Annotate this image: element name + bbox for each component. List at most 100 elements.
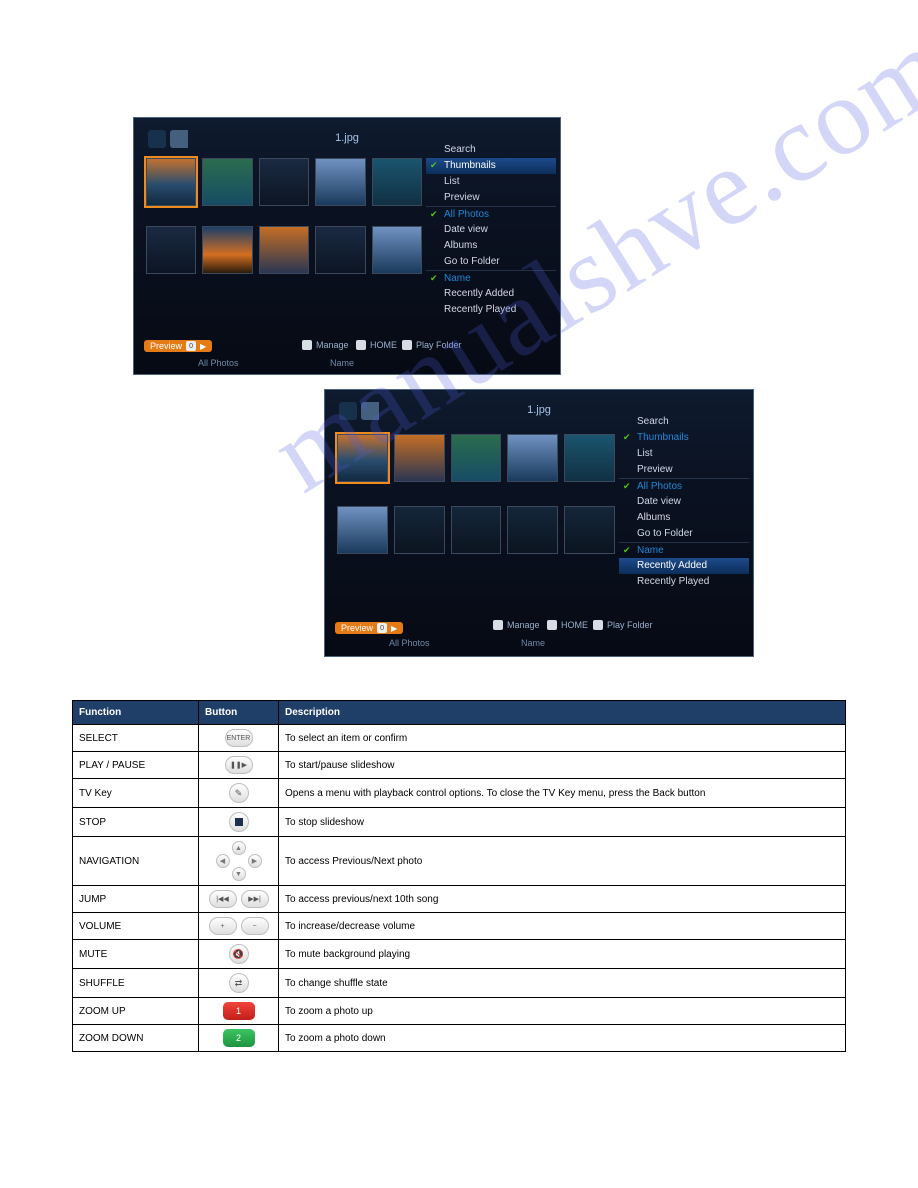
menu-item-list[interactable]: List xyxy=(619,446,749,462)
volume-up-button-icon: + xyxy=(209,917,237,935)
menu-item-label: List xyxy=(444,174,460,190)
cell-description: To access Previous/Next photo xyxy=(279,837,846,886)
photo-thumbnail[interactable] xyxy=(259,158,309,206)
menu-item-label: Name xyxy=(637,543,664,559)
folder-icon xyxy=(170,130,188,148)
photo-thumbnail[interactable] xyxy=(315,226,365,274)
preview-chip[interactable]: Preview 0 ▶ xyxy=(144,340,212,352)
menu-item-label: Go to Folder xyxy=(444,254,500,270)
menu-item-albums[interactable]: Albums xyxy=(426,238,556,254)
menu-item-search[interactable]: Search xyxy=(619,414,749,430)
photo-thumbnail[interactable] xyxy=(451,506,502,554)
menu-item-preview[interactable]: Preview xyxy=(619,462,749,478)
menu-item-go-to-folder[interactable]: Go to Folder xyxy=(426,254,556,270)
photo-thumbnail[interactable] xyxy=(202,226,252,274)
photo-thumbnail[interactable] xyxy=(394,506,445,554)
cell-function: SELECT xyxy=(73,725,199,752)
cell-button: |◀◀▶▶| xyxy=(199,886,279,913)
home-label: HOME xyxy=(561,620,588,630)
key-0-icon: 0 xyxy=(186,341,196,351)
cell-function: NAVIGATION xyxy=(73,837,199,886)
photo-thumbnail[interactable] xyxy=(372,226,422,274)
cell-function: MUTE xyxy=(73,940,199,969)
cell-description: To change shuffle state xyxy=(279,969,846,998)
menu-item-all-photos[interactable]: ✔All Photos xyxy=(619,478,749,494)
menu-item-list[interactable]: List xyxy=(426,174,556,190)
menu-item-recently-played[interactable]: Recently Played xyxy=(426,302,556,318)
table-row: PLAY / PAUSE❚❚▶To start/pause slideshow xyxy=(73,752,846,779)
photo-thumbnail[interactable] xyxy=(146,226,196,274)
menu-item-recently-played[interactable]: Recently Played xyxy=(619,574,749,590)
menu-item-date-view[interactable]: Date view xyxy=(619,494,749,510)
cell-function: VOLUME xyxy=(73,913,199,940)
cell-function: ZOOM DOWN xyxy=(73,1025,199,1052)
status-left: All Photos xyxy=(198,358,239,368)
menu-item-all-photos[interactable]: ✔All Photos xyxy=(426,206,556,222)
menu-item-go-to-folder[interactable]: Go to Folder xyxy=(619,526,749,542)
menu-item-label: All Photos xyxy=(637,479,682,495)
check-icon: ✔ xyxy=(430,274,439,283)
photo-thumbnail[interactable] xyxy=(394,434,445,482)
menu-item-date-view[interactable]: Date view xyxy=(426,222,556,238)
menu-item-recently-added[interactable]: Recently Added xyxy=(619,558,749,574)
context-menu: Search✔ThumbnailsListPreview✔All PhotosD… xyxy=(426,142,556,318)
cell-function: SHUFFLE xyxy=(73,969,199,998)
mute-button-icon: 🔇 xyxy=(229,944,249,964)
menu-item-thumbnails[interactable]: ✔Thumbnails xyxy=(426,158,556,174)
menu-item-thumbnails[interactable]: ✔Thumbnails xyxy=(619,430,749,446)
cell-function: PLAY / PAUSE xyxy=(73,752,199,779)
manage-key-icon xyxy=(493,620,503,630)
cell-description: To stop slideshow xyxy=(279,808,846,837)
table-header-button: Button xyxy=(199,701,279,725)
table-row: TV Key✎Opens a menu with playback contro… xyxy=(73,779,846,808)
prev-button-icon: |◀◀ xyxy=(209,890,237,908)
cell-button: 1 xyxy=(199,998,279,1025)
photo-thumbnail[interactable] xyxy=(337,506,388,554)
menu-item-label: Recently Added xyxy=(444,286,514,302)
cell-description: Opens a menu with playback control optio… xyxy=(279,779,846,808)
key-0-icon: 0 xyxy=(377,623,387,633)
photo-thumbnail[interactable] xyxy=(146,158,196,206)
play-key-icon xyxy=(402,340,412,350)
menu-item-name[interactable]: ✔ Name xyxy=(619,542,749,558)
photo-thumbnail[interactable] xyxy=(507,506,558,554)
menu-item-search[interactable]: Search xyxy=(426,142,556,158)
cell-function: ZOOM UP xyxy=(73,998,199,1025)
photo-thumbnail[interactable] xyxy=(372,158,422,206)
menu-item-recently-added[interactable]: Recently Added xyxy=(426,286,556,302)
table-row: ZOOM DOWN2To zoom a photo down xyxy=(73,1025,846,1052)
menu-item-label: Preview xyxy=(637,462,673,478)
cell-description: To zoom a photo up xyxy=(279,998,846,1025)
tv-title: 1.jpg xyxy=(335,132,359,144)
table-row: STOPTo stop slideshow xyxy=(73,808,846,837)
cell-button: ✎ xyxy=(199,779,279,808)
photo-thumbnail[interactable] xyxy=(337,434,388,482)
photo-thumbnail[interactable] xyxy=(564,506,615,554)
photo-thumbnail[interactable] xyxy=(451,434,502,482)
preview-label: Preview xyxy=(150,341,182,351)
cell-button xyxy=(199,808,279,837)
photo-thumbnail[interactable] xyxy=(259,226,309,274)
table-row: JUMP|◀◀▶▶|To access previous/next 10th s… xyxy=(73,886,846,913)
play-arrow-icon: ▶ xyxy=(200,342,206,351)
photo-thumbnail[interactable] xyxy=(202,158,252,206)
menu-item-label: Preview xyxy=(444,190,480,206)
table-header-description: Description xyxy=(279,701,846,725)
status-right: Name xyxy=(330,358,354,368)
cell-button: 2 xyxy=(199,1025,279,1052)
cell-button: +− xyxy=(199,913,279,940)
menu-item-name[interactable]: ✔Name xyxy=(426,270,556,286)
check-icon: ✔ xyxy=(623,546,632,555)
photo-thumbnail[interactable] xyxy=(507,434,558,482)
cell-description: To access previous/next 10th song xyxy=(279,886,846,913)
preview-chip[interactable]: Preview 0 ▶ xyxy=(335,622,403,634)
home-key-icon xyxy=(547,620,557,630)
photo-thumbnail[interactable] xyxy=(315,158,365,206)
play-arrow-icon: ▶ xyxy=(391,624,397,633)
menu-item-albums[interactable]: Albums xyxy=(619,510,749,526)
table-row: ZOOM UP1To zoom a photo up xyxy=(73,998,846,1025)
manage-label: Manage xyxy=(507,620,540,630)
menu-item-preview[interactable]: Preview xyxy=(426,190,556,206)
photo-thumbnail[interactable] xyxy=(564,434,615,482)
cell-button: ⇄ xyxy=(199,969,279,998)
